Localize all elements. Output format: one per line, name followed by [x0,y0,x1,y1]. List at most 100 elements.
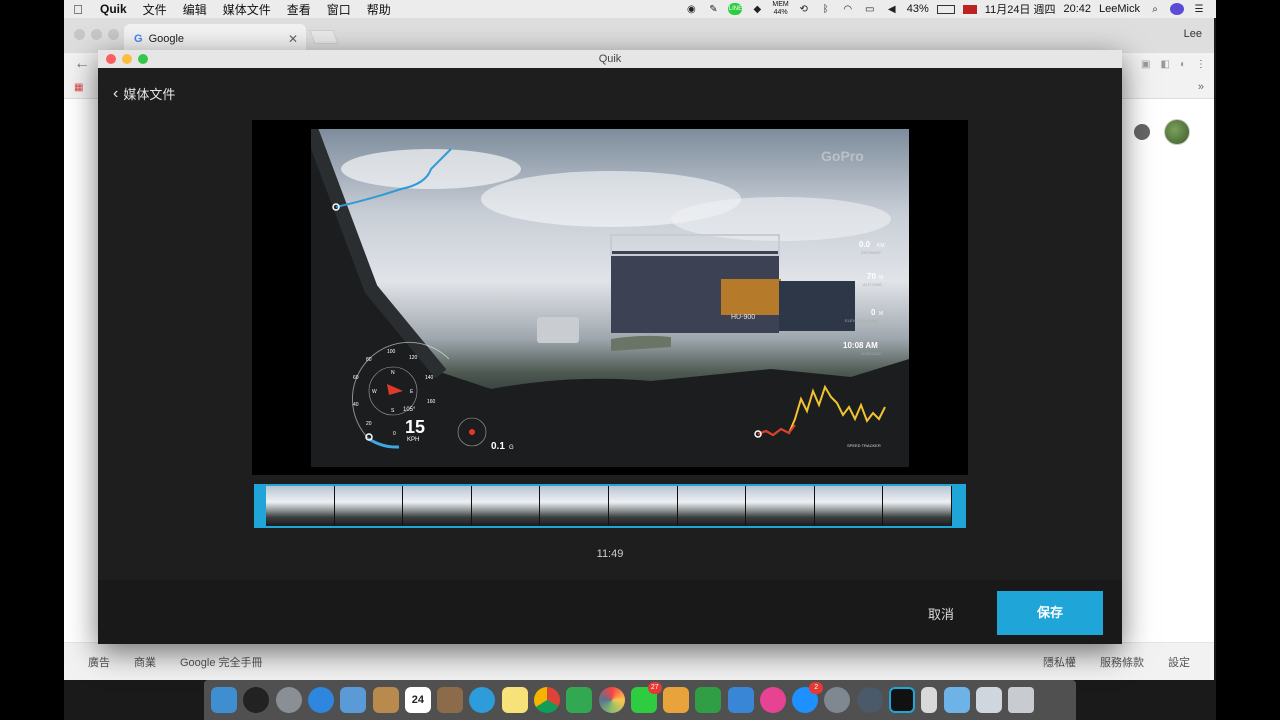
back-to-media-button[interactable]: ‹ 媒体文件 [113,84,175,103]
battery-icon[interactable] [936,4,955,14]
safari-icon[interactable] [307,687,334,713]
save-button[interactable]: 保存 [997,591,1103,635]
siri-icon[interactable] [243,687,270,713]
footer-link-terms[interactable]: 服務條款 [1100,654,1144,670]
trim-handle-right[interactable] [954,484,966,528]
itunes-icon[interactable] [759,687,786,713]
battery-percent: 43% [906,3,929,15]
menu-media[interactable]: 媒体文件 [215,1,279,18]
footer-link-business[interactable]: 商業 [134,654,156,670]
spotlight-icon[interactable]: ⌕ [1148,3,1162,15]
quicktime-icon[interactable] [856,687,883,713]
distance-unit: KM [877,243,885,249]
preview-icon[interactable] [340,687,367,713]
extension-icon[interactable]: ▣ [1141,59,1150,70]
menubar-user[interactable]: LeeMick [1099,3,1140,15]
timeline-filmstrip[interactable] [254,484,966,528]
siri-icon[interactable] [1170,3,1184,15]
filmstrip-thumbnails [266,486,952,526]
keynote-icon[interactable] [727,687,754,713]
menu-view[interactable]: 查看 [279,1,319,18]
tab-close-icon[interactable]: ✕ [288,32,298,46]
extension-icon[interactable]: ◐ [1180,59,1186,70]
quik-action-bar: 取消 保存 [98,580,1122,644]
bluetooth-icon[interactable]: ᛒ [819,3,833,15]
notebook-icon[interactable] [437,687,464,713]
quik-app-icon[interactable] [889,687,916,713]
record-icon[interactable]: ◉ [684,3,698,15]
quik-minimize-icon[interactable] [122,54,132,64]
airplay-icon[interactable]: ▭ [863,3,877,15]
menubar-time[interactable]: 20:42 [1064,3,1092,15]
gauge-tick-20: 20 [366,421,372,427]
bookmarks-overflow-icon[interactable]: » [1198,81,1204,93]
photos-icon[interactable] [598,687,625,713]
chrome-tab-google[interactable]: G Google ✕ [124,24,306,53]
chrome-icon[interactable] [533,687,560,713]
numbers-icon[interactable] [695,687,722,713]
tool-icon[interactable]: ✎ [706,3,720,15]
g-force-value: 0.1 [491,441,505,452]
app-store-icon[interactable]: 2 [792,682,824,713]
quik-close-icon[interactable] [106,54,116,64]
footer-link-ads[interactable]: 廣告 [88,654,110,670]
stickies-icon[interactable] [501,687,528,713]
notes-folder-icon[interactable] [372,687,399,713]
line-app-icon[interactable]: 27 [630,682,662,713]
menu-quik[interactable]: Quik [92,2,135,16]
mem-indicator[interactable]: MEM 44% [772,1,788,17]
speed-tracker-label: SPEED TRACKER [847,443,881,448]
apple-icon[interactable]:  [64,2,92,17]
pages-icon[interactable] [663,687,690,713]
launchpad-icon[interactable] [275,687,302,713]
menu-file[interactable]: 文件 [135,1,175,18]
chrome-close-icon[interactable] [74,29,85,40]
menu-edit[interactable]: 编辑 [175,1,215,18]
chrome-menu-icon[interactable]: ⋮ [1196,59,1206,70]
new-tab-button[interactable] [309,30,339,44]
notification-center-icon[interactable]: ☰ [1192,3,1206,15]
g-force-unit: G [509,445,514,451]
volume-icon[interactable]: ◀ [885,3,899,15]
footer-link-about[interactable]: Google 完全手冊 [180,654,263,670]
footer-link-settings[interactable]: 設定 [1168,654,1190,670]
quik-zoom-icon[interactable] [138,54,148,64]
line-icon[interactable]: LINE [728,3,743,15]
filmstrip-thumbnail [403,486,472,526]
apps-grid-icon[interactable]: ▦ [74,82,83,93]
trash-icon[interactable] [1008,687,1035,713]
wifi-icon[interactable]: ◠ [841,3,855,15]
menu-help[interactable]: 帮助 [359,1,399,18]
menubar-status-area: ◉ ✎ LINE ◆ MEM 44% ⟲ ᛒ ◠ ▭ ◀ 43% 11月24日 … [684,1,1216,17]
gauge-tick-100: 100 [387,349,396,355]
filmstrip-thumbnail [266,486,335,526]
folder-icon[interactable] [943,687,970,713]
footer-link-privacy[interactable]: 隱私權 [1043,654,1076,670]
cancel-button[interactable]: 取消 [928,604,954,623]
chrome-minimize-icon[interactable] [91,29,102,40]
extension-icon[interactable]: ◧ [1161,59,1170,70]
dropbox-icon[interactable]: ◆ [750,3,764,15]
video-preview[interactable]: HU-900 GoPro 0.0 KM DISTANCE 70 M ALTITU… [252,120,968,475]
messages-badge: 27 [647,682,662,694]
downloads-stack-icon[interactable] [921,687,938,713]
trim-handle-left[interactable] [254,484,266,528]
back-arrow-icon[interactable]: ← [74,55,90,73]
messages-icon[interactable] [469,687,496,713]
menu-window[interactable]: 窗口 [319,1,359,18]
notification-bell-icon[interactable] [1134,124,1150,140]
gauge-tick-0: 0 [393,431,396,437]
menubar-date[interactable]: 11月24日 週四 [985,1,1056,17]
avatar[interactable] [1164,119,1190,145]
calendar-icon[interactable]: 24 [404,687,431,713]
macos-menubar:  Quik 文件 编辑 媒体文件 查看 窗口 帮助 ◉ ✎ LINE ◆ ME… [64,0,1216,18]
input-flag-icon[interactable] [962,4,977,14]
time-machine-icon[interactable]: ⟲ [797,3,811,15]
facetime-icon[interactable] [566,687,593,713]
chrome-profile[interactable]: Lee [1184,28,1202,40]
chrome-zoom-icon[interactable] [108,29,119,40]
system-preferences-icon[interactable] [824,687,851,713]
browser-window-icon[interactable] [975,687,1002,713]
filmstrip-thumbnail [677,486,747,526]
finder-icon[interactable] [211,687,238,713]
